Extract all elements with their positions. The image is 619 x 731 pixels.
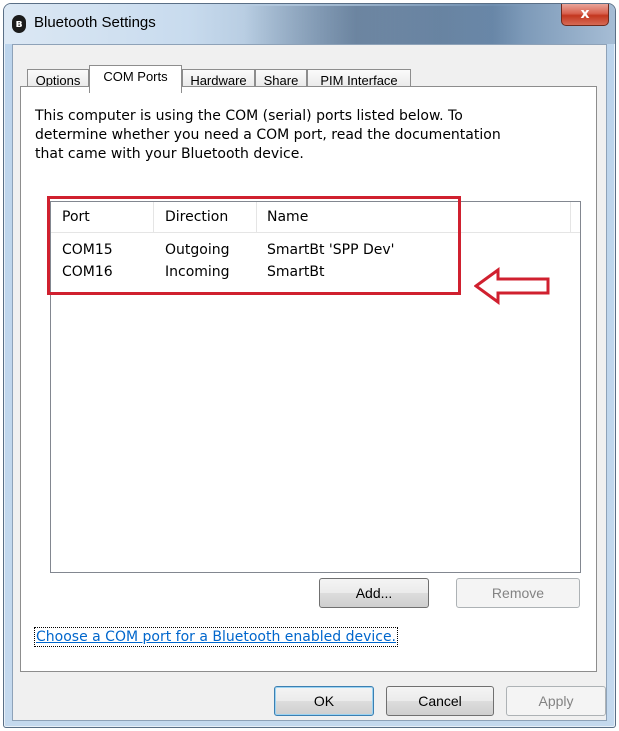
cancel-button[interactable]: Cancel	[386, 686, 494, 716]
title-bar[interactable]: ʙ Bluetooth Settings x	[4, 4, 615, 44]
close-button[interactable]: x	[561, 4, 609, 26]
description-line: that came with your Bluetooth device.	[35, 146, 304, 162]
bluetooth-icon: ʙ	[12, 15, 26, 33]
description-line: determine whether you need a COM port, r…	[35, 127, 501, 143]
window-title: Bluetooth Settings	[34, 14, 156, 31]
apply-button[interactable]: Apply	[506, 686, 606, 716]
tab-com-ports[interactable]: COM Ports	[89, 65, 182, 93]
ok-button[interactable]: OK	[274, 686, 374, 716]
title-bar-background	[244, 6, 524, 44]
com-ports-panel: This computer is using the COM (serial) …	[20, 86, 597, 672]
close-icon: x	[580, 6, 590, 22]
column-separator[interactable]	[570, 202, 571, 232]
choose-com-port-link[interactable]: Choose a COM port for a Bluetooth enable…	[34, 627, 399, 647]
remove-button[interactable]: Remove	[456, 578, 580, 608]
red-highlight-box	[47, 196, 461, 295]
description-text: This computer is using the COM (serial) …	[35, 107, 575, 164]
description-line: This computer is using the COM (serial) …	[35, 108, 463, 124]
add-button[interactable]: Add...	[319, 578, 429, 608]
red-arrow-icon	[474, 267, 550, 305]
